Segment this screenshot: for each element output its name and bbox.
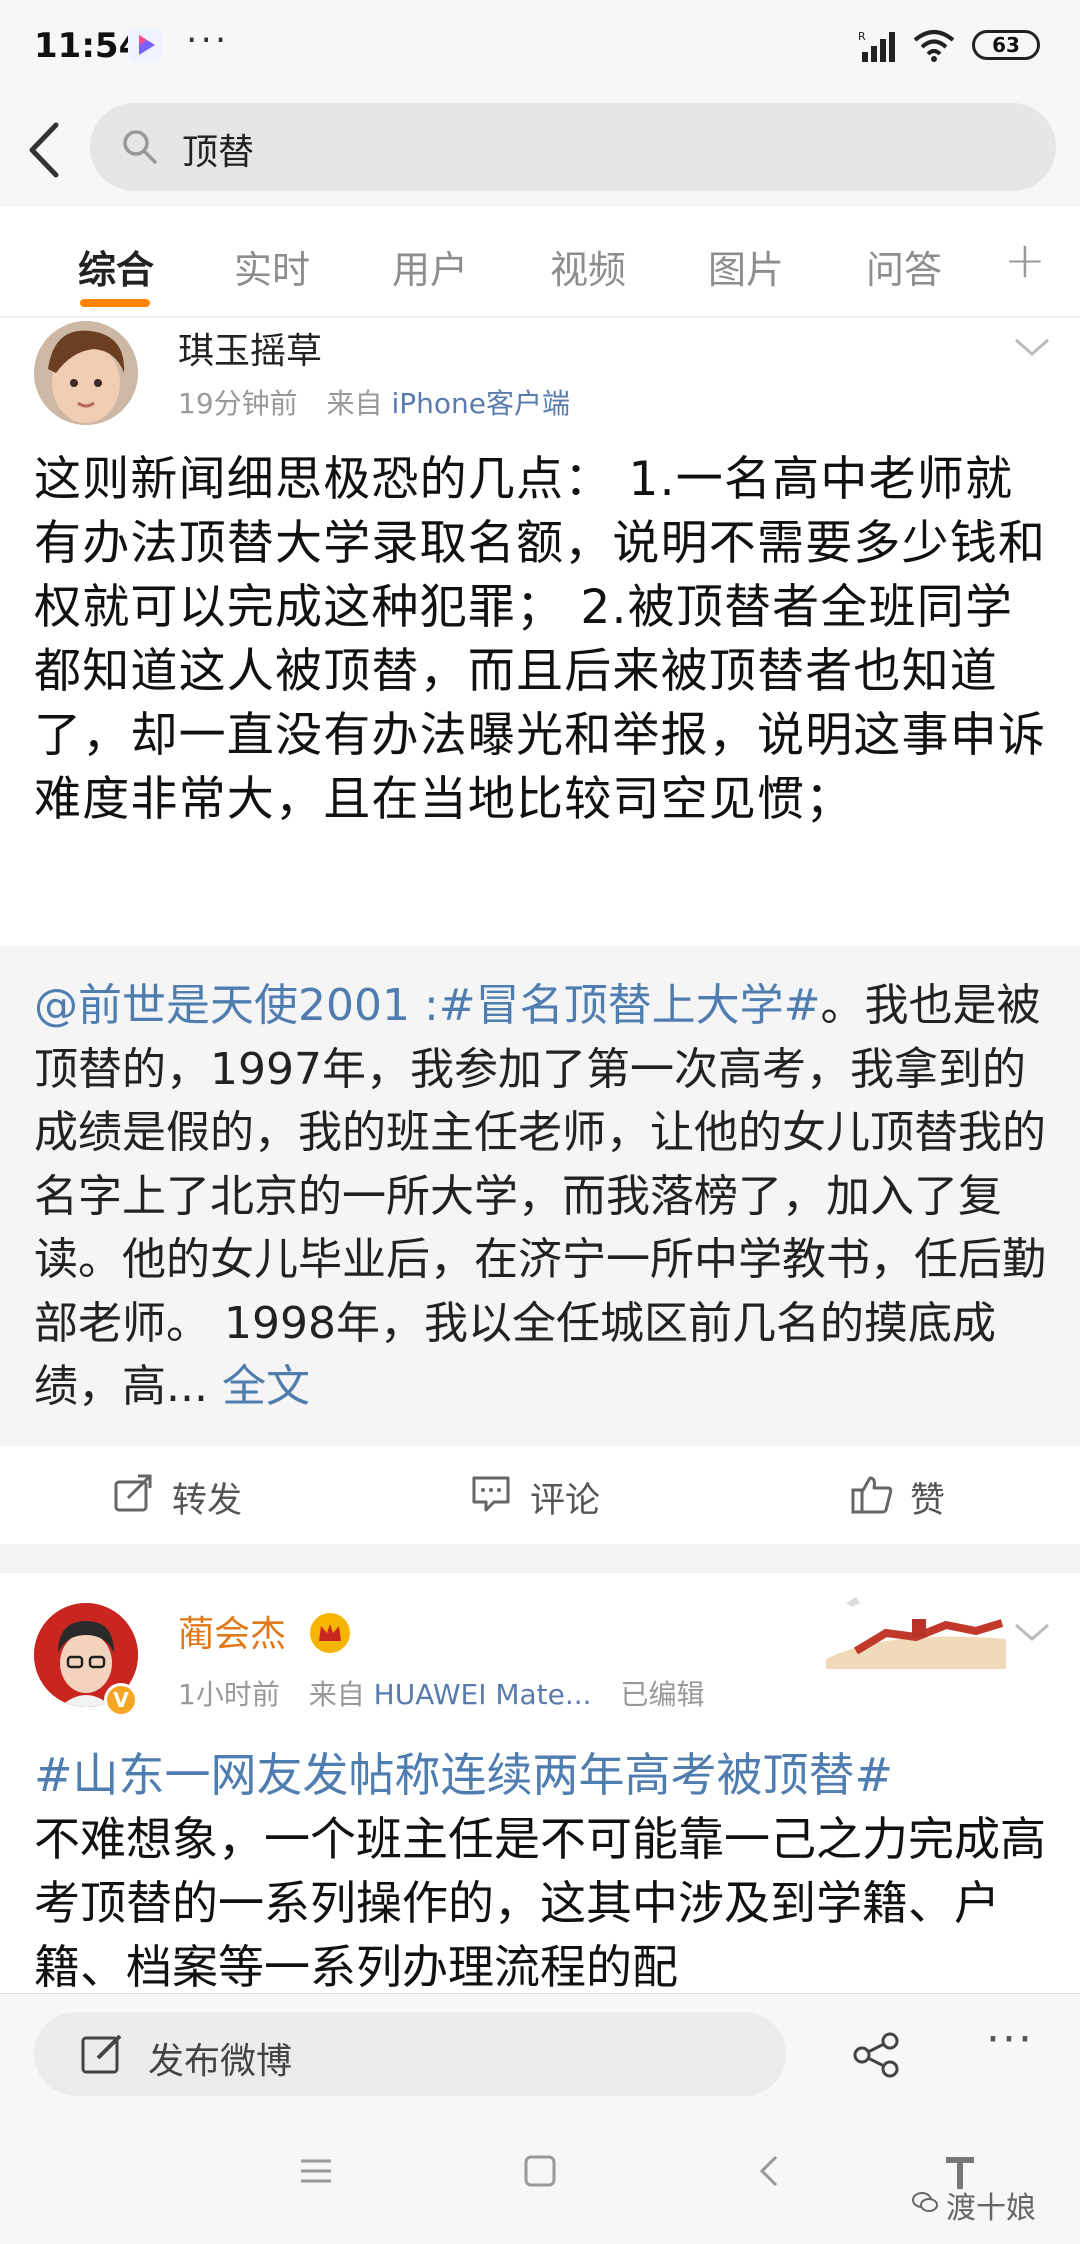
system-nav-bar: 渡十娘 [0, 2113, 1080, 2244]
wechat-icon [912, 2192, 938, 2212]
post-card[interactable]: V 蔺会杰 1小时前 来自 HUAWEI Mate... 已编辑 #山东一网友发… [0, 1573, 1080, 1993]
author-name[interactable]: 琪玉摇草 [178, 322, 322, 374]
comment-button[interactable]: 评论 [472, 1472, 601, 1523]
menu-icon[interactable] [298, 2153, 334, 2189]
retweet-text: @前世是天使2001 :#冒名顶替上大学#。我也是被顶替的，1997年，我参加了… [34, 974, 1048, 1419]
more-notifications-icon: ··· [186, 20, 230, 61]
tab-videos[interactable]: 视频 [550, 239, 626, 294]
post-actions: 转发 评论 赞 [0, 1446, 1080, 1544]
comment-icon [472, 1476, 510, 1512]
search-tabs: 综合 实时 用户 视频 图片 问答 + [0, 207, 1080, 317]
post-time: 19分钟前 [178, 387, 298, 420]
status-time: 11:54 [34, 26, 143, 66]
tab-comprehensive[interactable]: 综合 [78, 239, 154, 294]
like-button[interactable]: 赞 [851, 1472, 946, 1523]
share-icon[interactable] [852, 2032, 902, 2078]
home-icon[interactable] [522, 2153, 558, 2189]
compose-bar: 发布微博 ··· [0, 1993, 1080, 2113]
hashtag-link[interactable]: #山东一网友发帖称连续两年高考被顶替# [34, 1748, 893, 1802]
search-icon [123, 130, 157, 164]
tab-users[interactable]: 用户 [392, 239, 468, 294]
hashtag-link[interactable]: #冒名顶替上大学# [439, 980, 821, 1031]
post-meta: 19分钟前 来自 iPhone客户端 [178, 382, 570, 422]
post-time: 1小时前 [178, 1678, 280, 1711]
more-options-icon[interactable]: ··· [986, 2014, 1034, 2065]
watermark: 渡十娘 [946, 2191, 1036, 2226]
back-icon[interactable] [20, 117, 70, 183]
edit-icon [81, 2034, 122, 2074]
retweet-body: 。我也是被顶替的，1997年，我参加了第一次高考，我拿到的成绩是假的，我的班主任… [34, 980, 1046, 1412]
verified-badge-icon: V [104, 1683, 138, 1717]
crown-badge-icon [310, 1613, 350, 1653]
svg-text:R: R [858, 30, 866, 43]
wifi-icon [913, 30, 955, 62]
status-bar: 11:54 ··· R 63 [0, 0, 1080, 95]
full-text-link[interactable]: 全文 [208, 1361, 310, 1412]
signal-icon: R [858, 30, 895, 62]
tab-qa[interactable]: 问答 [866, 239, 942, 294]
battery-icon: 63 [972, 30, 1040, 60]
back-nav-icon[interactable] [752, 2153, 788, 2189]
mention-colon: : [409, 980, 439, 1031]
like-label: 赞 [910, 1481, 946, 1521]
compose-label: 发布微博 [148, 2041, 293, 2082]
mention-link[interactable]: @前世是天使2001 [34, 980, 410, 1031]
source-prefix: 来自 [326, 387, 383, 420]
great-wall-decoration-icon [826, 1597, 1006, 1669]
post-card[interactable]: 琪玉摇草 19分钟前 来自 iPhone客户端 这则新闻细思极恐的几点： 1.一… [0, 318, 1080, 1544]
post-body: 不难想象，一个班主任是不可能靠一己之力完成高考顶替的一系列操作的，这其中涉及到学… [34, 1812, 1046, 1993]
comment-label: 评论 [530, 1481, 601, 1521]
retweet-block[interactable]: @前世是天使2001 :#冒名顶替上大学#。我也是被顶替的，1997年，我参加了… [0, 946, 1080, 1446]
chevron-down-icon[interactable] [1012, 336, 1052, 360]
post-source: HUAWEI Mate... [373, 1678, 592, 1711]
avatar[interactable] [34, 321, 138, 425]
post-text: #山东一网友发帖称连续两年高考被顶替# 不难想象，一个班主任是不可能靠一己之力完成… [34, 1743, 1048, 1993]
compose-button[interactable]: 发布微博 [34, 2012, 786, 2096]
post-source: iPhone客户端 [391, 387, 570, 420]
add-tab-icon[interactable]: + [1004, 231, 1046, 289]
post-text: 这则新闻细思极恐的几点： 1.一名高中老师就有办法顶替大学录取名额，说明不需要多… [34, 452, 1047, 827]
video-app-icon [128, 28, 162, 62]
author-name[interactable]: 蔺会杰 [178, 1605, 286, 1657]
repost-label: 转发 [172, 1481, 243, 1521]
post-meta: 1小时前 来自 HUAWEI Mate... 已编辑 [178, 1673, 705, 1713]
repost-icon [114, 1474, 152, 1512]
edited-label: 已编辑 [620, 1678, 705, 1711]
tab-images[interactable]: 图片 [708, 239, 784, 294]
tab-realtime[interactable]: 实时 [234, 239, 310, 294]
source-prefix: 来自 [308, 1678, 365, 1711]
chevron-down-icon[interactable] [1012, 1621, 1052, 1645]
search-query: 顶替 [182, 132, 255, 173]
search-input[interactable]: 顶替 [90, 103, 1056, 191]
active-tab-indicator [80, 299, 150, 307]
search-header: 顶替 [0, 95, 1080, 207]
repost-button[interactable]: 转发 [114, 1472, 243, 1523]
thumbs-up-icon [851, 1476, 893, 1514]
